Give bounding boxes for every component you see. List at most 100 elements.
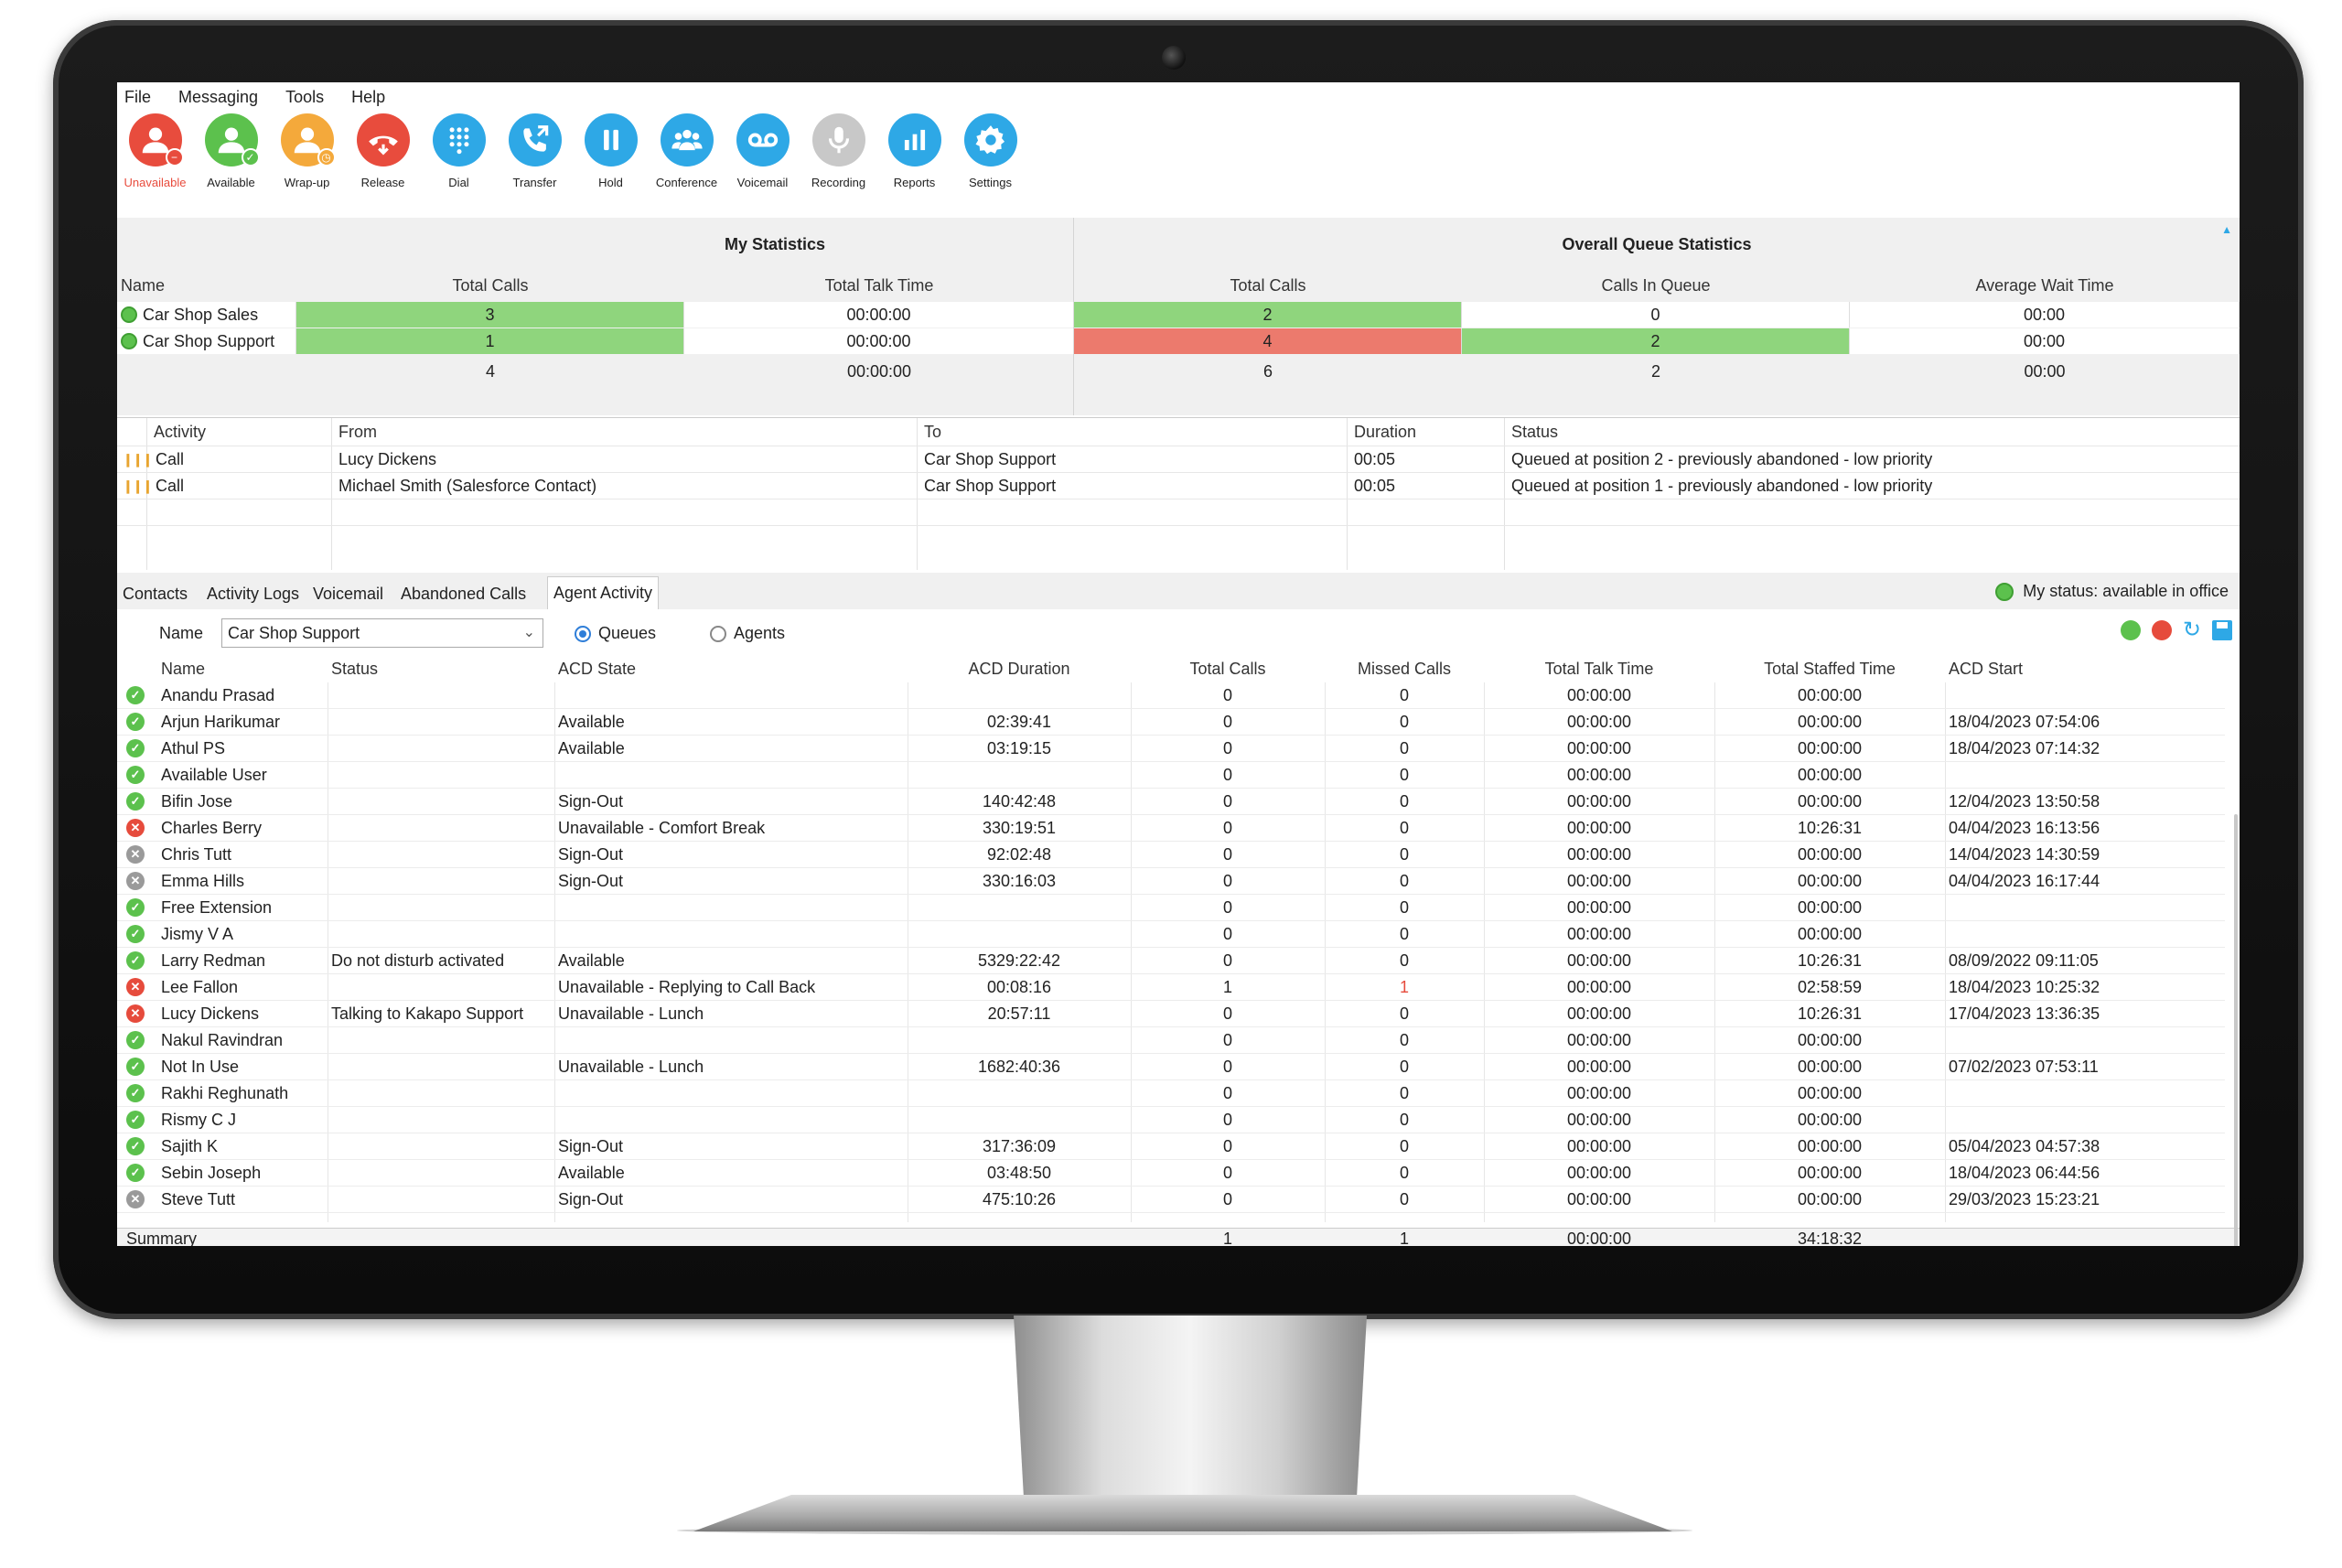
activity-duration: 00:05 <box>1354 477 1396 495</box>
table-row[interactable]: ✕ Emma Hills Sign-Out 330:16:03 0 0 00:00:00 00… <box>117 868 2225 895</box>
toolbar-wrap-up-button[interactable]: ◷ Wrap-up <box>269 113 345 209</box>
agent-col-staffed[interactable]: Total Staffed Time <box>1718 655 1941 682</box>
toolbar-hold-button[interactable]: Hold <box>573 113 649 209</box>
toolbar-settings-button[interactable]: Settings <box>952 113 1028 209</box>
table-row[interactable]: ✓ Anandu Prasad 0 0 00:00:00 00:00:00 <box>117 682 2225 709</box>
agent-total-calls: 0 <box>1222 1164 1232 1182</box>
toolbar-voicemail-button[interactable]: Voicemail <box>725 113 800 209</box>
agent-col-acd-duration[interactable]: ACD Duration <box>911 655 1127 682</box>
collapse-up-icon[interactable]: ▲ <box>2221 223 2232 236</box>
agent-staffed: 00:00:00 <box>1797 925 1863 943</box>
activity-row[interactable]: ❙❙❙ Call Michael Smith (Salesforce Conta… <box>117 472 2240 499</box>
agent-col-missed[interactable]: Missed Calls <box>1328 655 1480 682</box>
agent-status <box>331 895 551 921</box>
stats-my-total-calls: 1 <box>296 328 684 354</box>
stats-col-my-total-calls[interactable]: Total Calls <box>296 271 684 300</box>
agents-radio[interactable]: Agents <box>710 624 785 643</box>
table-row[interactable]: ✓ Rismy C J 0 0 00:00:00 00:00:00 <box>117 1107 2225 1133</box>
tab-activity-logs[interactable]: Activity Logs <box>201 578 305 609</box>
activity-col-to[interactable]: To <box>924 418 941 446</box>
radio-unselected-icon <box>710 625 726 642</box>
stats-col-queue-total-calls[interactable]: Total Calls <box>1074 271 1462 300</box>
activity-col-activity[interactable]: Activity <box>154 418 206 446</box>
set-unavailable-icon[interactable] <box>2151 620 2172 640</box>
stats-col-calls-in-queue[interactable]: Calls In Queue <box>1462 271 1850 300</box>
menu-file[interactable]: File <box>124 88 151 107</box>
stats-row[interactable]: Car Shop Sales 3 00:00:00 2 0 00:00 <box>117 302 2240 328</box>
agent-col-acd-state[interactable]: ACD State <box>558 655 904 682</box>
menu-help[interactable]: Help <box>351 88 385 107</box>
summary-row: Summary 1 1 00:00:00 34:18:32 <box>117 1228 2240 1246</box>
agent-acd-state <box>558 1027 904 1054</box>
activity-col-status[interactable]: Status <box>1511 418 1558 446</box>
stats-col-my-talk-time[interactable]: Total Talk Time <box>684 271 1074 300</box>
save-icon[interactable] <box>2212 620 2232 640</box>
agent-col-acd-start[interactable]: ACD Start <box>1949 655 2214 682</box>
agent-missed: 0 <box>1399 872 1409 890</box>
queue-name-select[interactable]: Car Shop Support ⌄ <box>221 618 543 648</box>
agent-staffed: 00:00:00 <box>1797 1190 1863 1208</box>
table-row[interactable]: ✕ Steve Tutt Sign-Out 475:10:26 0 0 00:00:00 00… <box>117 1187 2225 1213</box>
action-icons: ↻ <box>2120 619 2232 641</box>
agent-col-total-calls[interactable]: Total Calls <box>1134 655 1321 682</box>
stats-col-avg-wait[interactable]: Average Wait Time <box>1850 271 2240 300</box>
activity-status: Queued at position 2 - previously abando… <box>1511 450 1933 468</box>
agent-col-name[interactable]: Name <box>161 655 324 682</box>
activity-row[interactable]: ❙❙❙ Call Lucy Dickens Car Shop Support 0… <box>117 446 2240 472</box>
my-status[interactable]: My status: available in office <box>1995 582 2229 601</box>
table-row[interactable]: ✓ Sajith K Sign-Out 317:36:09 0 0 00:00:00 00:0… <box>117 1133 2225 1160</box>
statistics-panel: My Statistics Overall Queue Statistics ▲… <box>117 218 2240 415</box>
call-waiting-icon: ❙❙❙ <box>123 478 153 493</box>
tab-contacts[interactable]: Contacts <box>117 578 193 609</box>
table-row[interactable]: ✓ Larry Redman Do not disturb activated Ava… <box>117 948 2225 974</box>
toolbar-reports-button[interactable]: Reports <box>876 113 952 209</box>
table-row[interactable]: ✓ Athul PS Available 03:19:15 0 0 00:00:00 00:0… <box>117 736 2225 762</box>
table-row[interactable]: ✕ Lee Fallon Unavailable - Replying to Cal… <box>117 974 2225 1001</box>
stats-row[interactable]: Car Shop Support 1 00:00:00 4 2 00:00 <box>117 328 2240 354</box>
table-row[interactable]: ✓ Nakul Ravindran 0 0 00:00:00 00:00:00 <box>117 1027 2225 1054</box>
table-row[interactable]: ✓ Arjun Harikumar Available 02:39:41 0 0 00:00… <box>117 709 2225 736</box>
refresh-icon[interactable]: ↻ <box>2183 619 2201 641</box>
toolbar-available-button[interactable]: ✓ Available <box>193 113 269 209</box>
queues-radio[interactable]: Queues <box>575 624 656 643</box>
toolbar-transfer-button[interactable]: Transfer <box>497 113 573 209</box>
call-waiting-icon: ❙❙❙ <box>123 452 153 467</box>
stats-col-name[interactable]: Name <box>121 271 295 300</box>
table-row[interactable]: ✓ Free Extension 0 0 00:00:00 00:00:00 <box>117 895 2225 921</box>
table-row[interactable]: ✕ Lucy Dickens Talking to Kakapo Support Un… <box>117 1001 2225 1027</box>
table-row[interactable]: ✕ Charles Berry Unavailable - Comfort Brea… <box>117 815 2225 842</box>
agent-status <box>331 1133 551 1160</box>
toolbar-dial-button[interactable]: Dial <box>421 113 497 209</box>
agent-col-status[interactable]: Status <box>331 655 551 682</box>
stats-total-in-queue: 2 <box>1650 361 1660 381</box>
agent-unavailable-icon: ✕ <box>126 978 145 996</box>
table-row[interactable]: ✓ Bifin Jose Sign-Out 140:42:48 0 0 00:00:00 00… <box>117 789 2225 815</box>
tab-voicemail[interactable]: Voicemail <box>307 578 389 609</box>
table-row[interactable]: ✓ Rakhi Reghunath 0 0 00:00:00 00:00:00 <box>117 1080 2225 1107</box>
menu-tools[interactable]: Tools <box>285 88 324 107</box>
transfer-icon <box>508 113 562 166</box>
agent-talk: 00:00:00 <box>1566 1190 1632 1208</box>
table-row[interactable]: ✓ Jismy V A 0 0 00:00:00 00:00:00 <box>117 921 2225 948</box>
activity-col-duration[interactable]: Duration <box>1354 418 1416 446</box>
agent-col-talk[interactable]: Total Talk Time <box>1488 655 1711 682</box>
toolbar-release-button[interactable]: Release <box>345 113 421 209</box>
agent-unavailable-icon: ✕ <box>126 1004 145 1023</box>
table-row[interactable]: ✓ Sebin Joseph Available 03:48:50 0 0 00:00:00… <box>117 1160 2225 1187</box>
tab-agent-activity[interactable]: Agent Activity <box>547 576 660 609</box>
toolbar-conference-button[interactable]: Conference <box>649 113 725 209</box>
menu-messaging[interactable]: Messaging <box>178 88 258 107</box>
table-row[interactable]: ✓ Not In Use Unavailable - Lunch 1682:40:36… <box>117 1054 2225 1080</box>
agent-available-icon: ✓ <box>126 1111 145 1129</box>
toolbar-unavailable-button[interactable]: − Unavailable <box>117 113 193 209</box>
agent-talk: 00:00:00 <box>1566 978 1632 996</box>
table-row[interactable]: ✓ Available User 0 0 00:00:00 00:00:00 <box>117 762 2225 789</box>
vertical-scrollbar[interactable] <box>2234 814 2238 1246</box>
toolbar-recording-button[interactable]: Recording <box>800 113 876 209</box>
tab-abandoned-calls[interactable]: Abandoned Calls <box>395 578 532 609</box>
agent-missed: 1 <box>1399 978 1409 996</box>
set-available-icon[interactable] <box>2120 620 2141 640</box>
activity-col-from[interactable]: From <box>338 418 377 446</box>
table-row[interactable]: ✕ Chris Tutt Sign-Out 92:02:48 0 0 00:00:00 00:… <box>117 842 2225 868</box>
agent-talk: 00:00:00 <box>1566 713 1632 731</box>
